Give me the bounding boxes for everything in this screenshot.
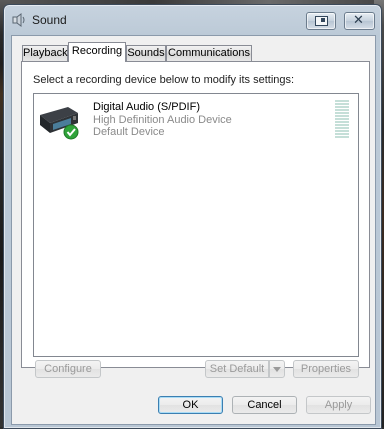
tab-playback[interactable]: Playback — [22, 45, 68, 61]
dialog-client-area: Playback Recording Sounds Communications… — [11, 35, 376, 425]
level-segment — [335, 118, 349, 120]
level-segment — [335, 130, 349, 132]
green-checkmark-icon — [63, 124, 79, 140]
tab-sounds[interactable]: Sounds — [126, 45, 166, 61]
sound-dialog: Sound ✕ Playback Recording Sounds Commun… — [3, 4, 382, 429]
level-segment — [335, 109, 349, 111]
tab-communications[interactable]: Communications — [166, 45, 252, 61]
speaker-icon — [12, 13, 25, 27]
level-segment — [335, 103, 349, 105]
close-icon: ✕ — [353, 13, 364, 28]
level-meter — [335, 100, 349, 138]
level-segment — [335, 115, 349, 117]
device-name: Digital Audio (S/PDIF) — [93, 101, 200, 113]
level-segment — [335, 133, 349, 135]
device-description: High Definition Audio Device — [93, 114, 232, 126]
instruction-text: Select a recording device below to modif… — [33, 74, 295, 86]
title-bar[interactable]: Sound ✕ — [4, 5, 381, 35]
cancel-button[interactable]: Cancel — [232, 396, 297, 414]
set-default-dropdown-button[interactable] — [269, 360, 285, 378]
apply-button[interactable]: Apply — [306, 396, 371, 414]
ok-button[interactable]: OK — [158, 396, 223, 414]
help-button[interactable] — [306, 12, 336, 30]
level-segment — [335, 124, 349, 126]
digital-audio-device-icon — [40, 107, 79, 140]
level-segment — [335, 127, 349, 129]
device-list[interactable]: Digital Audio (S/PDIF) High Definition A… — [33, 93, 359, 357]
window-title: Sound — [32, 13, 67, 27]
properties-button[interactable]: Properties — [293, 360, 359, 378]
chevron-down-icon — [273, 367, 281, 372]
set-default-button[interactable]: Set Default — [205, 360, 269, 378]
close-button[interactable]: ✕ — [344, 12, 375, 30]
level-segment — [335, 106, 349, 108]
level-segment — [335, 100, 349, 102]
help-icon — [315, 16, 328, 26]
device-status: Default Device — [93, 126, 165, 138]
level-segment — [335, 136, 349, 138]
level-segment — [335, 112, 349, 114]
list-item[interactable]: Digital Audio (S/PDIF) High Definition A… — [34, 94, 358, 146]
configure-button[interactable]: Configure — [35, 360, 101, 378]
recording-panel: Select a recording device below to modif… — [21, 61, 370, 368]
tab-recording[interactable]: Recording — [68, 42, 126, 62]
level-segment — [335, 121, 349, 123]
